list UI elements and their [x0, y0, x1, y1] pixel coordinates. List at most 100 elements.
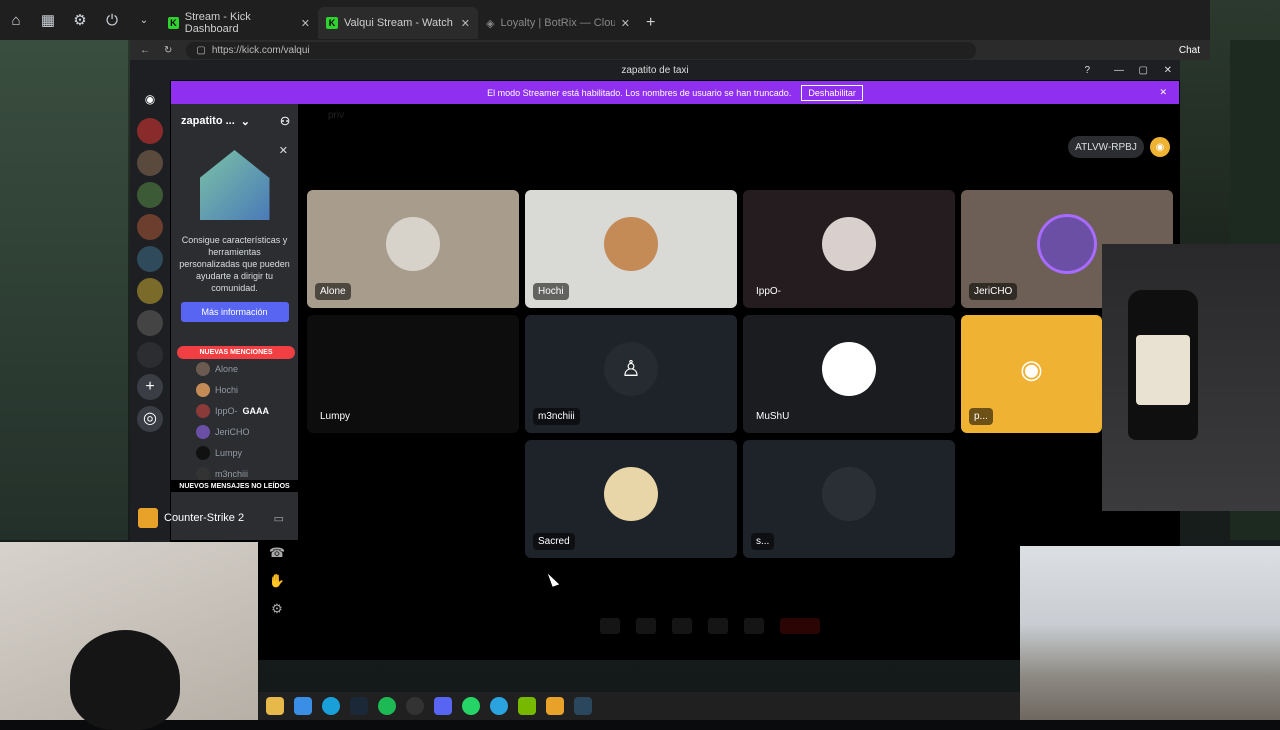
more-icon[interactable] — [744, 618, 764, 634]
nvidia-icon[interactable] — [518, 697, 536, 715]
disable-streamer-mode-button[interactable]: Deshabilitar — [801, 84, 863, 101]
close-icon[interactable]: ✕ — [461, 17, 470, 30]
reload-icon[interactable]: ↻ — [164, 45, 172, 56]
tab-botrix-loyalty[interactable]: ◈ Loyalty | BotRix — Cloud Streamin ✕ — [478, 7, 638, 39]
close-icon[interactable]: ✕ — [301, 17, 310, 30]
voice-user-name: Lumpy — [215, 447, 243, 458]
power-icon[interactable]: ⏻ — [96, 0, 128, 40]
leave-call-button[interactable] — [780, 618, 820, 634]
camera-icon[interactable] — [636, 618, 656, 634]
calendar-icon[interactable]: ▦ — [32, 0, 64, 40]
avatar — [386, 217, 440, 271]
unread-messages-bar[interactable]: NUEVOS MENSAJES NO LEÍDOS — [171, 480, 298, 492]
kick-app-icon[interactable] — [546, 697, 564, 715]
voice-user-name: Hochi — [215, 384, 239, 395]
participant-name: IppO- — [756, 286, 782, 297]
home-icon[interactable]: ⌂ — [0, 0, 32, 40]
back-icon[interactable]: ← — [140, 45, 150, 56]
voice-user[interactable]: Lumpy — [196, 442, 296, 463]
channel-name-ghost: priv — [328, 110, 345, 121]
streamer-mode-banner: El modo Streamer está habilitado. Los no… — [171, 81, 1179, 104]
game-activity[interactable]: Counter-Strike 2 ▭ — [130, 505, 298, 531]
server-icon[interactable] — [137, 278, 163, 304]
server-icon[interactable] — [137, 118, 163, 144]
voice-user[interactable]: JeriCHO — [196, 421, 296, 442]
voice-user-list: Alone Hochi IppO- GAAA JeriCHO Lumpy m3nc… — [196, 358, 296, 484]
close-icon[interactable]: ✕ — [621, 17, 630, 30]
windows-taskbar — [258, 692, 1020, 720]
voice-user[interactable]: Hochi — [196, 379, 296, 400]
telegram-icon[interactable] — [490, 697, 508, 715]
tab-label: Valqui Stream - Watch Live on — [344, 17, 454, 29]
server-list: ◉ + ◎ — [130, 80, 170, 545]
help-icon[interactable]: ? — [1084, 65, 1090, 76]
server-icon[interactable] — [137, 182, 163, 208]
close-icon[interactable]: ✕ — [1159, 87, 1167, 98]
disconnect-icon[interactable]: ☎ — [269, 545, 285, 561]
url-field[interactable]: ▢ https://kick.com/valqui — [186, 41, 977, 59]
obs-icon[interactable] — [406, 697, 424, 715]
discord-icon[interactable] — [434, 697, 452, 715]
participant-tile[interactable]: IppO- — [743, 190, 955, 308]
gear-icon[interactable]: ⚙ — [271, 601, 283, 617]
participant-tile[interactable]: Lumpy — [307, 315, 519, 433]
invite-code-pill[interactable]: ATLVW-RPBJ — [1068, 136, 1144, 158]
discord-activity-icon[interactable]: ◉ — [1150, 137, 1170, 157]
streamer-figure — [70, 630, 180, 730]
activities-icon[interactable] — [708, 618, 728, 634]
chat-button[interactable]: Chat — [1179, 45, 1200, 56]
avatar — [604, 467, 658, 521]
tab-kick-dashboard[interactable]: K Stream - Kick Dashboard ✕ — [160, 7, 318, 39]
participant-tile[interactable]: ♙ m3nchiii — [525, 315, 737, 433]
screen-share-icon[interactable] — [672, 618, 692, 634]
url-text: https://kick.com/valqui — [211, 44, 310, 56]
desktop-wallpaper-left — [0, 40, 128, 540]
spotify-icon[interactable] — [378, 697, 396, 715]
participant-tile[interactable]: ◉ p... — [961, 315, 1102, 433]
server-icon[interactable] — [137, 214, 163, 240]
noise-suppression-icon[interactable]: ✋ — [269, 573, 285, 589]
tab-label: Loyalty | BotRix — Cloud Streamin — [500, 17, 615, 29]
close-icon[interactable]: ✕ — [1164, 65, 1172, 76]
participant-tile[interactable]: s... — [743, 440, 955, 558]
voice-user-name: m3nchiii — [215, 468, 249, 479]
store-icon[interactable] — [294, 697, 312, 715]
minimize-icon[interactable]: — — [1114, 65, 1124, 76]
participant-tile[interactable]: MuShU — [743, 315, 955, 433]
file-explorer-icon[interactable] — [266, 697, 284, 715]
screen-share-icon[interactable]: ▭ — [274, 512, 284, 525]
add-server-icon[interactable]: + — [137, 374, 163, 400]
discord-home-icon[interactable]: ◉ — [137, 86, 163, 112]
tab-valqui-stream[interactable]: K Valqui Stream - Watch Live on ✕ — [318, 7, 478, 39]
tab-list-icon[interactable]: ⌄ — [128, 0, 160, 40]
settings-icon[interactable]: ⚙ — [64, 0, 96, 40]
new-tab-button[interactable]: + — [638, 7, 663, 39]
steam-icon[interactable] — [350, 697, 368, 715]
participant-tile[interactable]: Hochi — [525, 190, 737, 308]
server-icon[interactable] — [137, 310, 163, 336]
house-illustration — [199, 150, 270, 220]
server-icon[interactable] — [137, 150, 163, 176]
counter-strike-icon — [138, 508, 158, 528]
server-boost-popup: ✕ Consigue características y herramienta… — [171, 140, 298, 340]
more-info-button[interactable]: Más información — [180, 302, 289, 322]
whatsapp-icon[interactable] — [462, 697, 480, 715]
mic-icon[interactable] — [600, 618, 620, 634]
close-icon[interactable]: ✕ — [279, 144, 288, 157]
steam-icon[interactable] — [574, 697, 592, 715]
participant-name: MuShU — [756, 411, 790, 422]
server-icon[interactable] — [137, 246, 163, 272]
server-header[interactable]: zapatito ... ⌄ ⚇ — [171, 104, 298, 138]
voice-user[interactable]: IppO- GAAA — [196, 400, 296, 421]
edge-icon[interactable] — [322, 697, 340, 715]
invite-people-icon[interactable]: ⚇ — [280, 115, 290, 128]
avatar — [822, 467, 876, 521]
server-icon[interactable] — [137, 342, 163, 368]
participant-tile[interactable]: Sacred — [525, 440, 737, 558]
maximize-icon[interactable]: ▢ — [1139, 65, 1148, 76]
explore-icon[interactable]: ◎ — [137, 406, 163, 432]
participant-tile[interactable]: Alone — [307, 190, 519, 308]
participant-name: s... — [751, 533, 775, 550]
voice-user[interactable]: Alone — [196, 358, 296, 379]
tab-label: Stream - Kick Dashboard — [184, 11, 251, 35]
